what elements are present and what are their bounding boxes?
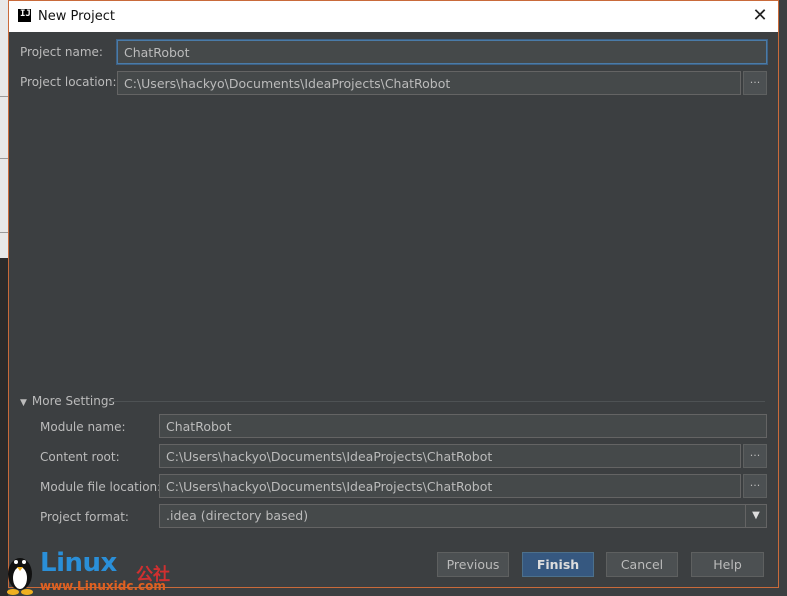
module-file-location-label: Module file location: xyxy=(40,480,162,494)
module-file-location-browse-button[interactable]: ... xyxy=(743,474,767,498)
section-divider xyxy=(109,401,765,402)
close-icon: ✕ xyxy=(752,5,768,26)
watermark-url: www.Linuxidc.com xyxy=(40,579,166,593)
previous-button[interactable]: Previous xyxy=(437,552,509,577)
project-location-input[interactable] xyxy=(117,71,741,95)
project-location-label: Project location: xyxy=(20,75,117,89)
background-divider xyxy=(0,158,8,159)
content-root-browse-button[interactable]: ... xyxy=(743,444,767,468)
project-name-input[interactable] xyxy=(117,40,767,64)
title-bar: IJ New Project ✕ xyxy=(9,1,778,32)
module-name-label: Module name: xyxy=(40,420,126,434)
close-button[interactable]: ✕ xyxy=(748,5,772,27)
triangle-down-icon: ▼ xyxy=(20,398,27,408)
finish-button[interactable]: Finish xyxy=(522,552,594,577)
project-name-label: Project name: xyxy=(20,45,103,59)
cancel-button[interactable]: Cancel xyxy=(606,552,678,577)
module-name-input[interactable] xyxy=(159,414,767,438)
project-format-select[interactable]: .idea (directory based) ▼ xyxy=(159,504,767,528)
background-divider xyxy=(0,232,8,233)
more-settings-toggle[interactable]: ▼ More Settings xyxy=(20,394,115,408)
background-app-edge xyxy=(0,0,8,596)
module-file-location-input[interactable] xyxy=(159,474,741,498)
more-settings-label: More Settings xyxy=(31,394,115,408)
project-format-value: .idea (directory based) xyxy=(166,508,309,523)
project-location-browse-button[interactable]: ... xyxy=(743,71,767,95)
content-root-label: Content root: xyxy=(40,450,120,464)
window-title: New Project xyxy=(38,9,115,24)
background-divider xyxy=(0,96,8,97)
watermark-brand: Linux xyxy=(40,548,117,578)
content-root-input[interactable] xyxy=(159,444,741,468)
intellij-app-icon: IJ xyxy=(18,9,31,22)
dropdown-arrow-icon: ▼ xyxy=(745,505,766,527)
help-button[interactable]: Help xyxy=(691,552,764,577)
project-format-label: Project format: xyxy=(40,510,129,524)
new-project-dialog: IJ New Project ✕ Project name: Project l… xyxy=(8,0,779,588)
